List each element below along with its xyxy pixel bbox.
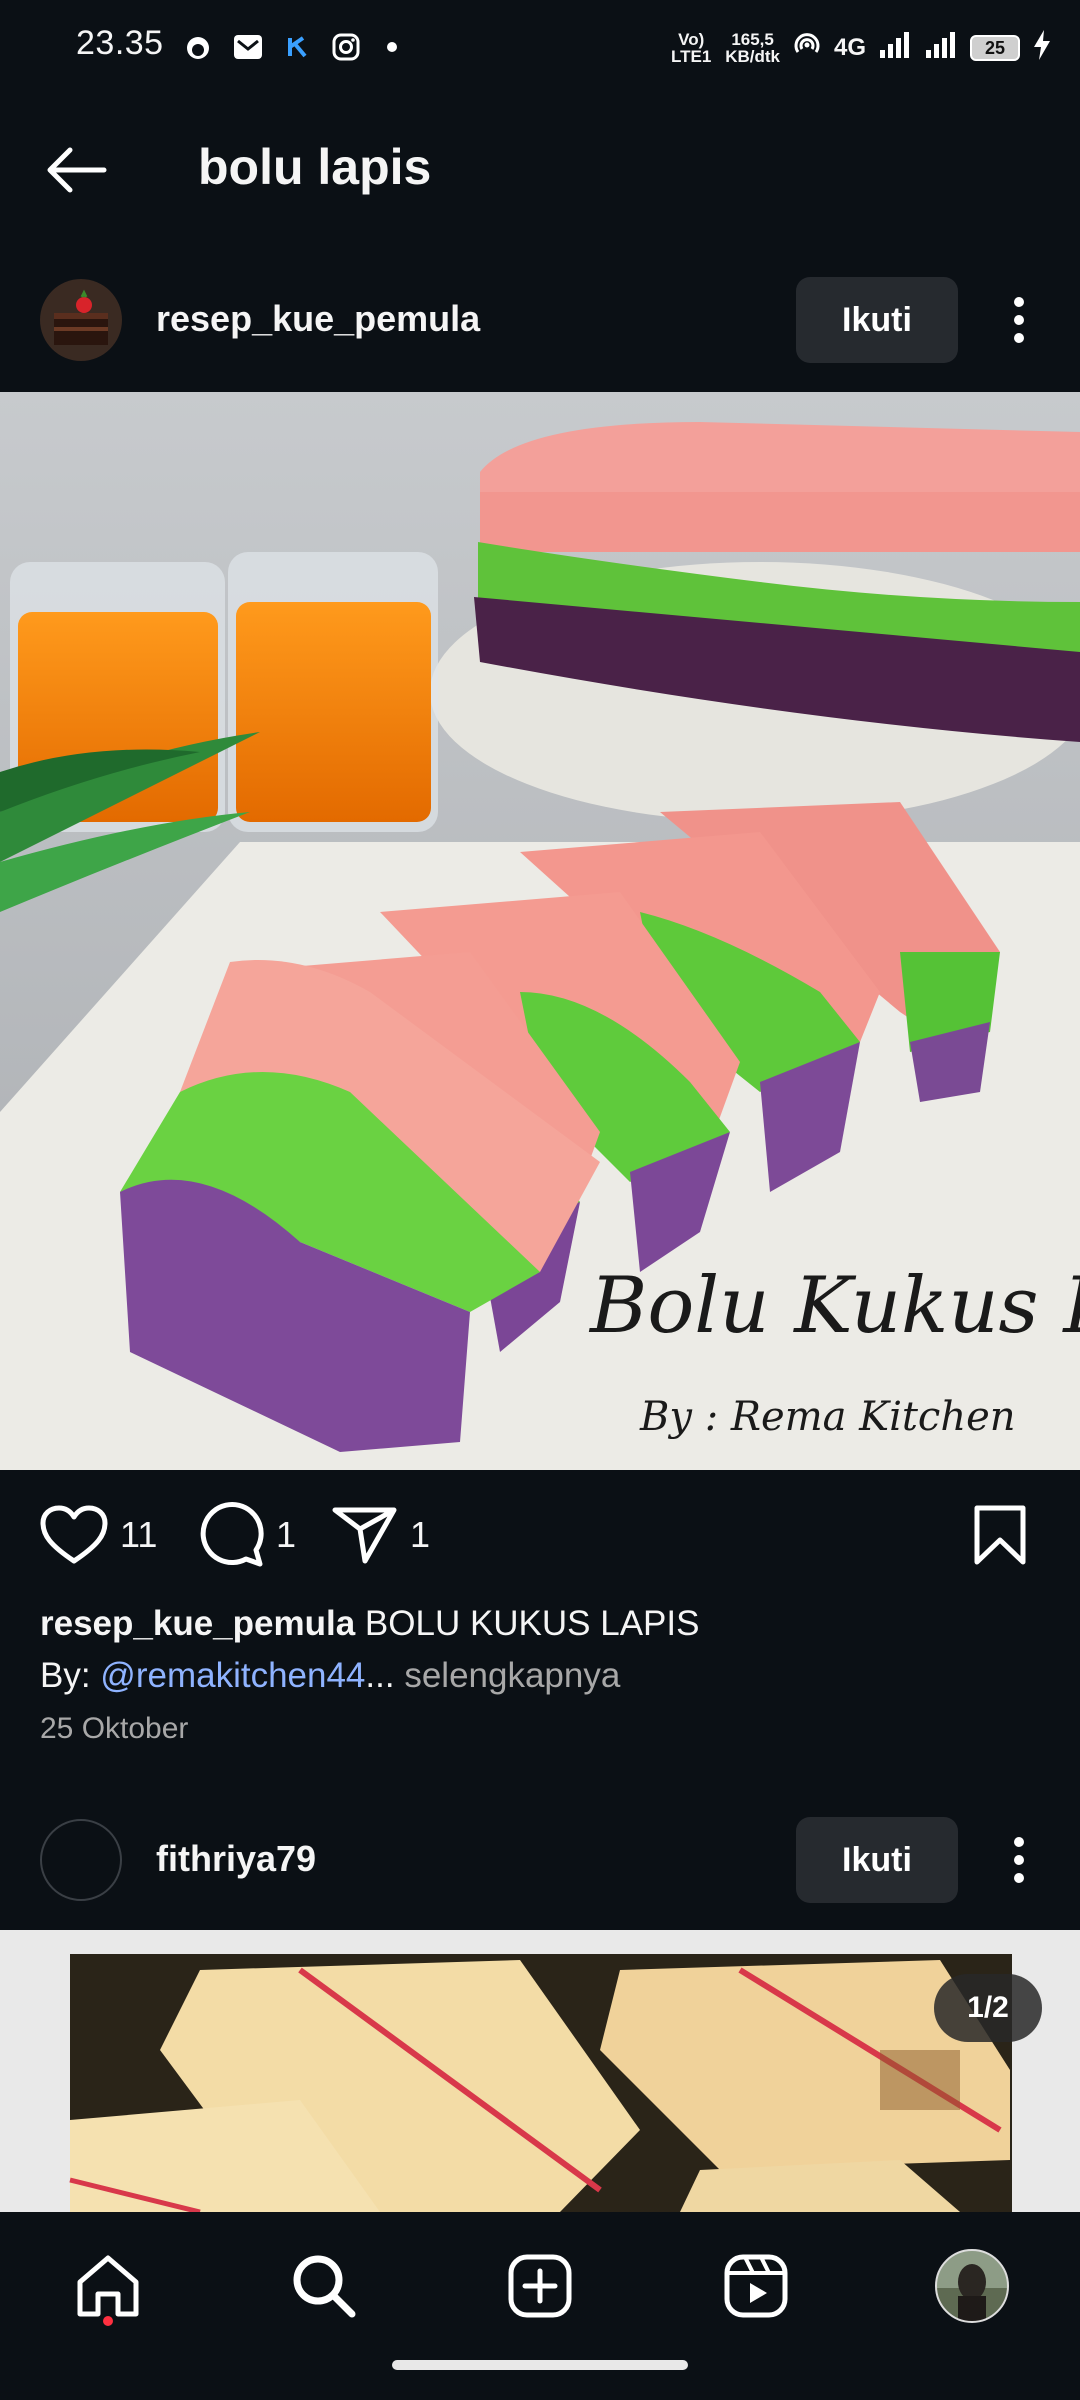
caption-line-2: By: @remakitchen44... selengkapnya <box>40 1650 1040 1702</box>
notification-app-icon <box>180 30 216 64</box>
post2-more-options-button[interactable] <box>994 1830 1044 1890</box>
image-watermark-author: By : Rema Kitchen <box>639 1394 1016 1440</box>
caption-by: By: <box>40 1656 101 1695</box>
status-right-group: Vo) LTE1 165,5 KB/dtk 4G 25 <box>669 26 1052 70</box>
post-header: resep_kue_pemula Ikuti <box>0 260 1080 380</box>
nav-home-button[interactable] <box>68 2246 148 2326</box>
nav-create-button[interactable] <box>500 2246 580 2326</box>
more-options-button[interactable] <box>994 290 1044 350</box>
network-type: 4G <box>833 34 866 61</box>
caption-line-1: resep_kue_pemula BOLU KUKUS LAPIS <box>40 1598 1040 1650</box>
post2-avatar[interactable] <box>40 1819 122 1901</box>
instagram-icon <box>328 30 364 64</box>
caption-mention[interactable]: @remakitchen44 <box>100 1656 365 1695</box>
post2-username[interactable]: fithriya79 <box>156 1838 316 1880</box>
app-k-icon <box>280 30 316 64</box>
post2-follow-button[interactable]: Ikuti <box>796 1817 958 1903</box>
more-icon <box>1014 297 1024 343</box>
reels-icon <box>724 2254 788 2318</box>
heart-icon <box>40 1505 108 1564</box>
search-icon <box>293 2255 356 2318</box>
profile-avatar <box>935 2249 1009 2323</box>
net-speed: 165,5 KB/dtk <box>725 31 780 65</box>
avatar[interactable] <box>40 279 122 361</box>
post2-header: fithriya79 Ikuti <box>0 1800 1080 1920</box>
image-watermark-title: Bolu Kukus Lapis <box>588 1261 1080 1351</box>
post-username[interactable]: resep_kue_pemula <box>156 298 480 340</box>
home-icon <box>77 2255 139 2317</box>
nav-search-button[interactable] <box>284 2246 364 2326</box>
like-button[interactable]: 11 <box>40 1502 157 1568</box>
comment-icon <box>200 1502 264 1567</box>
more-icon <box>1014 1837 1024 1883</box>
back-button[interactable] <box>40 140 112 200</box>
share-count: 1 <box>410 1514 431 1555</box>
share-icon <box>332 1507 397 1564</box>
top-header: bolu lapis <box>0 110 1080 230</box>
more-notifications-dot-icon <box>380 30 404 64</box>
battery-indicator: 25 <box>970 35 1020 61</box>
charging-icon <box>1032 29 1052 67</box>
post-actions: 11 1 1 <box>0 1490 1080 1580</box>
signal-2-icon <box>924 30 958 66</box>
net-speed-unit: KB/dtk <box>725 47 780 66</box>
save-button[interactable] <box>972 1502 1028 1568</box>
carousel-page-indicator: 1/2 <box>934 1974 1042 2042</box>
share-button[interactable]: 1 <box>332 1502 430 1568</box>
net-speed-value: 165,5 <box>731 30 774 49</box>
status-time: 23.35 <box>76 24 164 62</box>
gesture-bar[interactable] <box>392 2360 688 2370</box>
back-arrow-icon <box>47 147 107 193</box>
nav-profile-button[interactable] <box>932 2246 1012 2326</box>
follow-button[interactable]: Ikuti <box>796 277 958 363</box>
comment-button[interactable]: 1 <box>198 1502 296 1568</box>
status-bar: 23.35 Vo) LTE1 165,5 KB/dtk 4G 25 <box>0 0 1080 96</box>
caption-username[interactable]: resep_kue_pemula <box>40 1604 355 1643</box>
like-count: 11 <box>120 1514 158 1555</box>
post-image[interactable]: Bolu Kukus Lapis By : Rema Kitchen <box>0 392 1080 1470</box>
post2-image[interactable] <box>0 1930 1080 2212</box>
page-title: bolu lapis <box>198 139 432 195</box>
caption-ellipsis: ... <box>365 1656 395 1695</box>
signal-1-icon <box>878 30 912 66</box>
caption-text: BOLU KUKUS LAPIS <box>364 1604 700 1643</box>
hotspot-icon <box>792 30 822 66</box>
nav-reels-button[interactable] <box>716 2246 796 2326</box>
post-caption: resep_kue_pemula BOLU KUKUS LAPIS By: @r… <box>40 1598 1040 1702</box>
create-icon <box>508 2254 572 2318</box>
comment-count: 1 <box>276 1514 297 1555</box>
bookmark-icon <box>974 1505 1026 1565</box>
post-date: 25 Oktober <box>40 1712 189 1745</box>
caption-more-link[interactable]: selengkapnya <box>404 1656 620 1695</box>
mail-icon <box>230 30 266 64</box>
bottom-navigation <box>0 2212 1080 2400</box>
home-notification-dot <box>103 2316 113 2326</box>
volte-indicator: Vo) LTE1 <box>671 30 712 66</box>
